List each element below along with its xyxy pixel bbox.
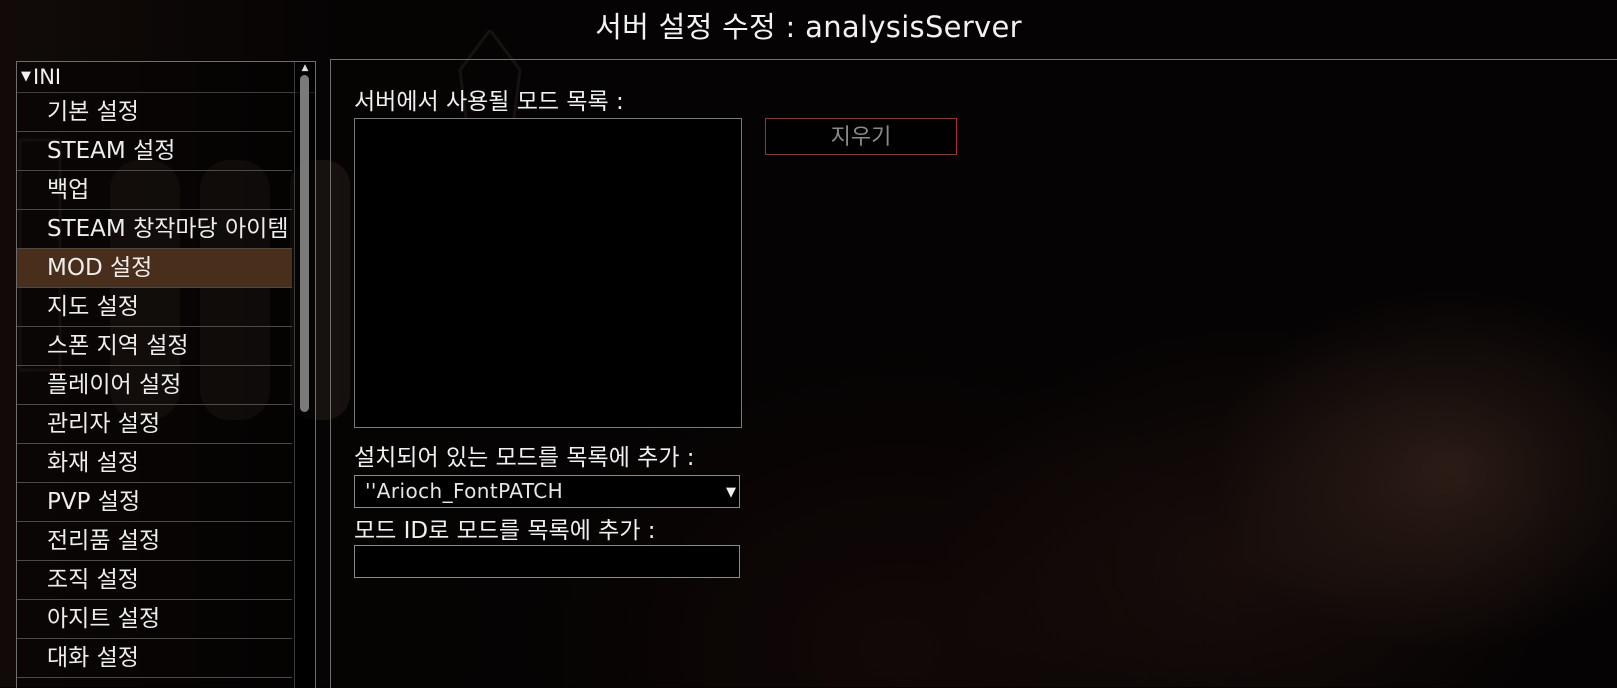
window-title: 서버 설정 수정 : analysisServer <box>595 10 1022 44</box>
clear-button[interactable]: 지우기 <box>765 118 957 155</box>
sidebar-item-workshop[interactable]: STEAM 창작마당 아이템 설정 <box>17 210 292 249</box>
sidebar-item-basic[interactable]: 기본 설정 <box>17 93 292 132</box>
dropdown-arrow-icon[interactable]: ▼ <box>726 476 736 509</box>
sidebar-item-fire[interactable]: 화재 설정 <box>17 444 292 483</box>
sidebar-item-admin[interactable]: 관리자 설정 <box>17 405 292 444</box>
sidebar-item-steam[interactable]: STEAM 설정 <box>17 132 292 171</box>
sidebar-item-backup[interactable]: 백업 <box>17 171 292 210</box>
scroll-up-arrow-icon[interactable]: ▲ <box>298 63 312 74</box>
sidebar-item-loot[interactable]: 전리품 설정 <box>17 522 292 561</box>
add-mod-by-id-label: 모드 ID로 모드를 목록에 추가 : <box>354 518 656 544</box>
settings-sidebar[interactable]: ▼ INI 기본 설정 STEAM 설정 백업 STEAM 창작마당 아이템 설… <box>16 61 316 688</box>
scrollbar-thumb[interactable] <box>300 75 309 412</box>
sidebar-item-player[interactable]: 플레이어 설정 <box>17 366 292 405</box>
mod-list-label: 서버에서 사용될 모드 목록 : <box>354 89 624 115</box>
sidebar-scrollbar[interactable]: ▲ <box>294 62 315 688</box>
mod-settings-panel: 서버에서 사용될 모드 목록 : 지우기 설치되어 있는 모드를 목록에 추가 … <box>330 59 1617 688</box>
tree-root-label: INI <box>33 65 62 89</box>
add-installed-mod-label: 설치되어 있는 모드를 목록에 추가 : <box>354 445 695 471</box>
sidebar-item-faction[interactable]: 조직 설정 <box>17 561 292 600</box>
sidebar-item-map[interactable]: 지도 설정 <box>17 288 292 327</box>
installed-mod-select-value: ''Arioch_FontPATCH <box>365 479 564 503</box>
server-mod-list[interactable] <box>354 118 742 428</box>
sidebar-item-chat[interactable]: 대화 설정 <box>17 639 292 678</box>
sidebar-item-spawn[interactable]: 스폰 지역 설정 <box>17 327 292 366</box>
sidebar-item-mod[interactable]: MOD 설정 <box>17 249 292 288</box>
sidebar-item-safehouse[interactable]: 아지트 설정 <box>17 600 292 639</box>
sidebar-item-pvp[interactable]: PVP 설정 <box>17 483 292 522</box>
installed-mod-select[interactable]: ''Arioch_FontPATCH ▼ <box>354 475 740 508</box>
mod-id-input[interactable] <box>354 545 740 578</box>
expand-triangle-icon[interactable]: ▼ <box>21 62 31 92</box>
tree-root-ini[interactable]: ▼ INI <box>17 62 315 93</box>
